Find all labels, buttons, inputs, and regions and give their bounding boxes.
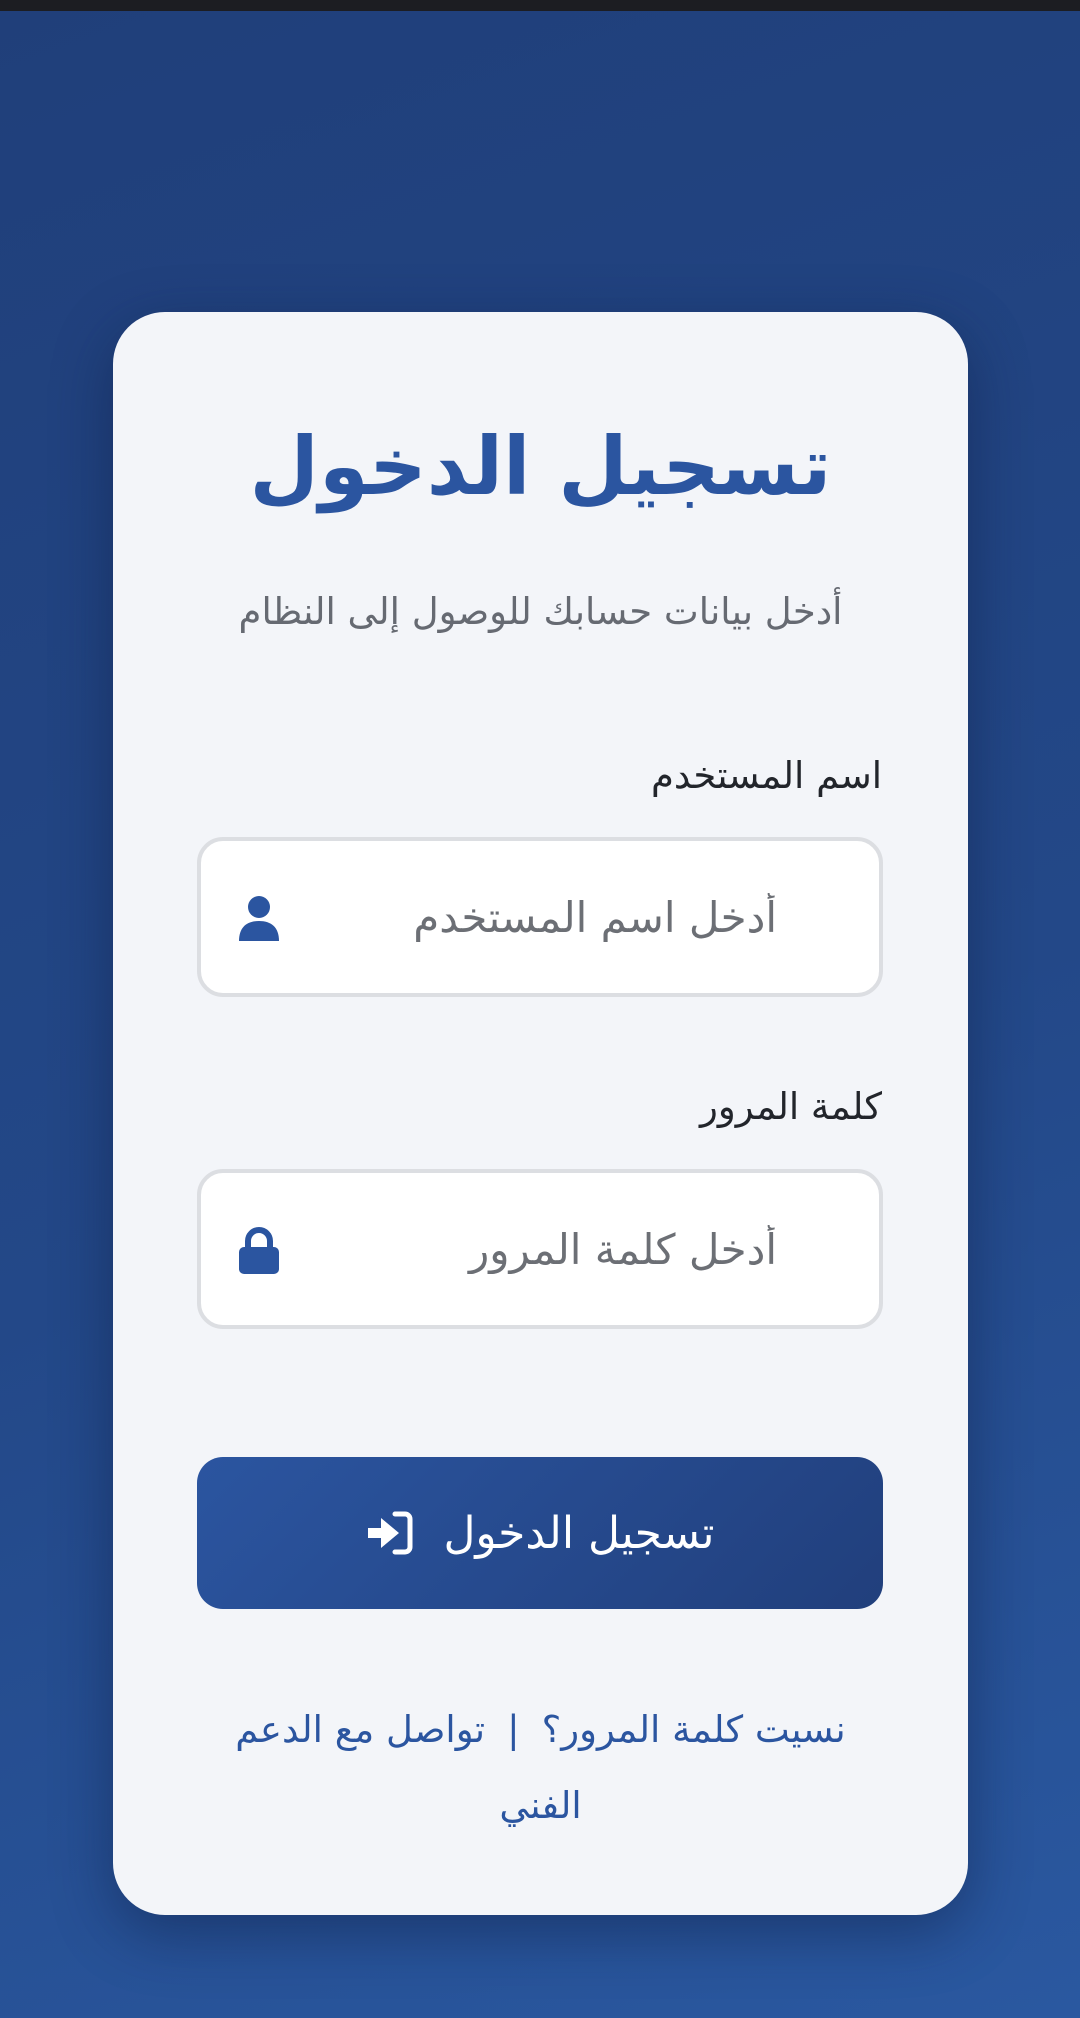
forgot-password-link[interactable]: نسيت كلمة المرور؟ bbox=[542, 1708, 846, 1751]
help-links: نسيت كلمة المرور؟ |تواصل مع الدعم الفني bbox=[203, 1692, 878, 1844]
username-label: اسم المستخدم bbox=[651, 754, 882, 797]
page-subtitle: أدخل بيانات حسابك للوصول إلى النظام bbox=[238, 590, 843, 633]
link-separator: | bbox=[507, 1708, 520, 1751]
user-icon bbox=[239, 896, 279, 941]
password-label: كلمة المرور bbox=[700, 1085, 882, 1128]
password-input[interactable] bbox=[337, 1173, 777, 1325]
page-title: تسجيل الدخول bbox=[249, 420, 832, 513]
login-card: تسجيل الدخول أدخل بيانات حسابك للوصول إل… bbox=[113, 312, 968, 1915]
login-button-label: تسجيل الدخول bbox=[443, 1507, 715, 1559]
username-field-box bbox=[197, 837, 883, 997]
username-input[interactable] bbox=[337, 841, 777, 993]
password-field-box bbox=[197, 1169, 883, 1329]
sign-in-icon bbox=[368, 1511, 413, 1555]
lock-icon bbox=[239, 1227, 279, 1274]
login-button[interactable]: تسجيل الدخول bbox=[197, 1457, 883, 1609]
status-bar bbox=[0, 0, 1080, 11]
contact-support-link[interactable]: تواصل مع الدعم الفني bbox=[235, 1708, 581, 1827]
